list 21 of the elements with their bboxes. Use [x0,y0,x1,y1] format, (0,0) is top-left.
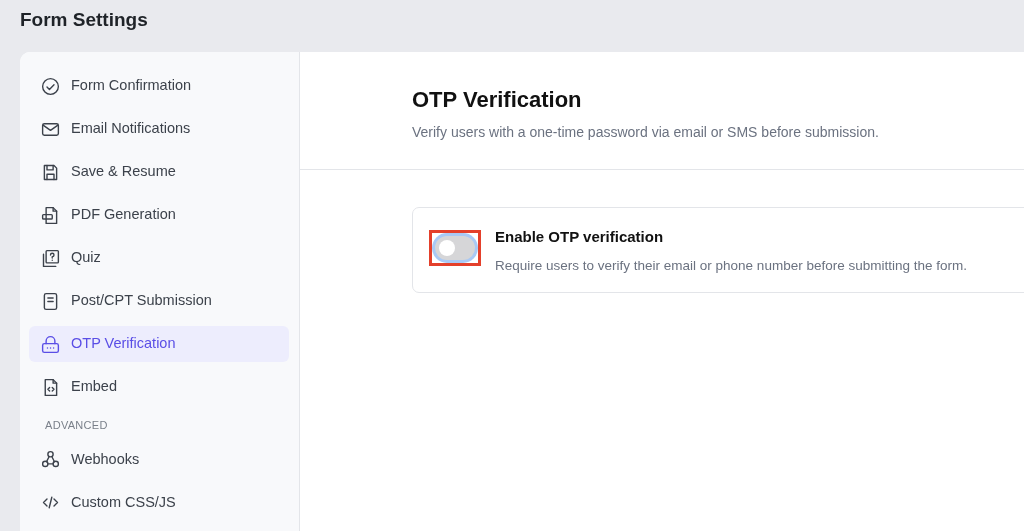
sidebar-item[interactable]: OTP Verification [29,326,289,362]
sidebar-item[interactable]: Form Confirmation [29,68,289,104]
sidebar-item[interactable]: Quiz [29,240,289,276]
section-subtitle: Verify users with a one-time password via email or SMS before submission. [412,123,880,143]
webhook-icon [40,449,61,470]
setting-description: Require users to verify their email or phone number before submitting the form. [495,256,967,275]
sidebar-item[interactable]: Embed [29,369,289,405]
setting-label: Enable OTP verification [495,227,665,248]
toggle-switch[interactable] [435,236,475,261]
sidebar-item[interactable]: Custom CSS/JS [29,484,289,521]
sidebar-item[interactable]: PDF Generation [29,197,289,233]
sidebar-item[interactable]: Post/CPT Submission [29,283,289,319]
check-circle-icon [40,75,61,97]
sidebar-item[interactable]: Save & Resume [29,154,289,190]
lock-icon [40,333,61,355]
section-heading: ADVANCED [45,418,109,433]
section-title: OTP Verification [412,87,583,114]
page-title: Form Settings [19,8,149,32]
sidebar-item[interactable]: Email Notifications [29,111,289,147]
sidebar-item[interactable]: Webhooks [29,441,289,478]
question-icon [40,247,61,269]
